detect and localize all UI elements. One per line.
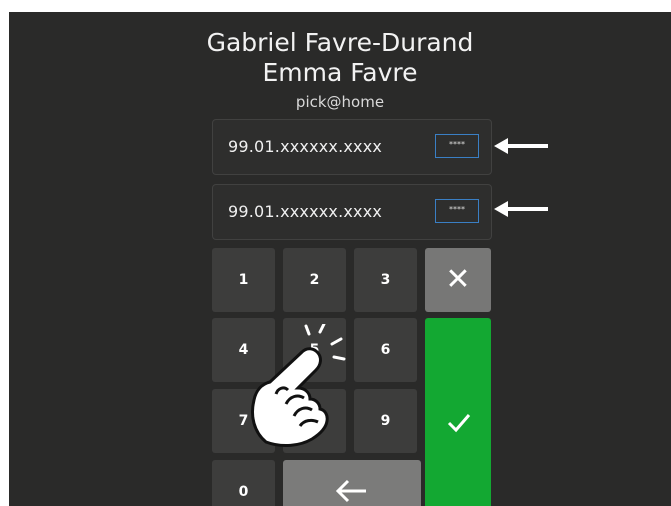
confirm-button[interactable]: [425, 318, 491, 506]
arrow-left-icon: [494, 201, 548, 217]
arrow-left-icon: [494, 138, 548, 154]
account-row[interactable]: 99.01.xxxxxx.xxxx ****: [212, 184, 492, 240]
arrow-left-icon: [335, 479, 366, 503]
keypad-key-2[interactable]: 2: [283, 248, 346, 312]
account-holder-name-secondary: Emma Favre: [262, 58, 418, 87]
pin-field[interactable]: ****: [435, 199, 479, 223]
account-row[interactable]: 99.01.xxxxxx.xxxx ****: [212, 119, 492, 175]
account-holder-name: Gabriel Favre-Durand: [206, 28, 474, 57]
location-label: pick@home: [295, 93, 385, 111]
keypad-key-0[interactable]: 0: [212, 460, 275, 506]
backspace-button[interactable]: [283, 460, 421, 506]
checkmark-icon: [447, 414, 471, 433]
account-number: 99.01.xxxxxx.xxxx: [228, 137, 383, 156]
keypad-key-3[interactable]: 3: [354, 248, 417, 312]
account-number: 99.01.xxxxxx.xxxx: [228, 202, 383, 221]
close-icon: ✕: [445, 262, 471, 297]
keypad-key-1[interactable]: 1: [212, 248, 275, 312]
hand-tap-icon: [251, 324, 346, 448]
pin-entry-screen: Gabriel Favre-Durand Emma Favre pick@hom…: [9, 12, 671, 506]
pin-field[interactable]: ****: [435, 134, 479, 158]
clear-button[interactable]: ✕: [425, 248, 491, 312]
